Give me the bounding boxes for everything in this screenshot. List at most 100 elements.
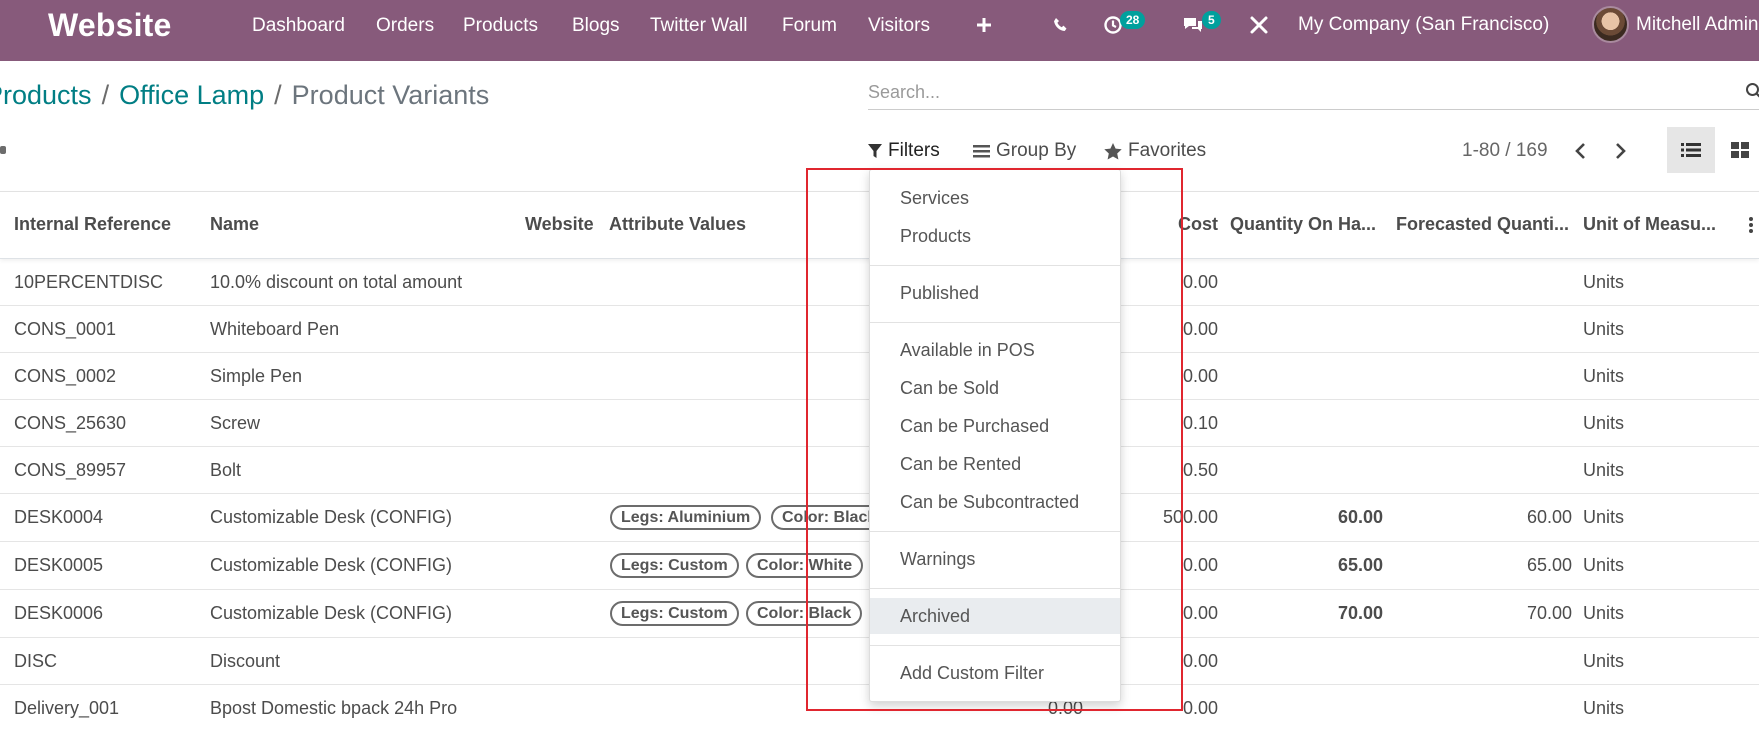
clock-icon[interactable]: 28 [1100, 11, 1146, 39]
menu-dashboard[interactable]: Dashboard [252, 15, 345, 37]
app-brand[interactable]: Website [48, 7, 172, 44]
cell-unit-of-measure: Units [1583, 555, 1625, 575]
cell-name: Bolt [210, 460, 242, 480]
breadcrumb-products[interactable]: Products [0, 80, 92, 110]
cell-unit-of-measure: Units [1583, 413, 1625, 433]
cell-unit-of-measure: Units [1583, 272, 1625, 292]
column-unit-of-measure[interactable]: Unit of Measu... [1583, 214, 1716, 235]
filter-services[interactable]: Services [870, 180, 1120, 216]
breadcrumb: Products / Office Lamp / Product Variants [0, 80, 489, 111]
chevron-right-icon[interactable] [1606, 137, 1636, 165]
favorites-label: Favorites [1128, 140, 1207, 161]
attribute-tag: Color: White [746, 553, 864, 578]
cell-unit-of-measure: Units [1583, 460, 1625, 480]
cell-name: Customizable Desk (CONFIG) [210, 507, 453, 527]
menu-orders[interactable]: Orders [376, 15, 434, 37]
tools-icon[interactable] [1248, 11, 1270, 39]
column-attribute-values[interactable]: Attribute Values [609, 214, 746, 235]
add-custom-filter[interactable]: Add Custom Filter [870, 655, 1120, 691]
cell-name: Customizable Desk (CONFIG) [210, 603, 453, 623]
cell-unit-of-measure: Units [1583, 507, 1625, 527]
filter-products[interactable]: Products [870, 218, 1120, 254]
column-name[interactable]: Name [210, 214, 259, 235]
dropdown-divider [870, 265, 1120, 266]
company-switcher[interactable]: My Company (San Francisco) [1298, 14, 1549, 36]
cell-internal-reference: DESK0005 [14, 555, 104, 575]
chat-icon[interactable]: 5 [1180, 11, 1221, 39]
menu-visitors[interactable]: Visitors [868, 15, 930, 37]
cell-quantity-on-hand: 60.00 [1337, 507, 1383, 527]
attribute-tag: Color: Black [746, 601, 863, 626]
menu-forum[interactable]: Forum [782, 15, 837, 37]
list-icon [973, 144, 990, 157]
filter-archived[interactable]: Archived [870, 598, 1120, 634]
dropdown-divider [870, 531, 1120, 532]
menu-blogs[interactable]: Blogs [572, 15, 620, 37]
kanban-view-icon[interactable] [1716, 127, 1759, 173]
user-avatar[interactable] [1592, 6, 1629, 43]
cell-internal-reference: DESK0006 [14, 603, 104, 623]
filter-published[interactable]: Published [870, 275, 1120, 311]
cell-quantity-on-hand: 70.00 [1337, 603, 1383, 623]
attribute-tag: Legs: Aluminium [610, 505, 762, 530]
cell-name: Bpost Domestic bpack 24h Pro [210, 698, 458, 718]
messages-badge: 5 [1202, 11, 1221, 29]
column-website[interactable]: Website [525, 214, 594, 235]
cell-name: Whiteboard Pen [210, 319, 340, 339]
filter-warnings[interactable]: Warnings [870, 541, 1120, 577]
cell-internal-reference: CONS_25630 [14, 413, 127, 433]
filters-toggle[interactable]: Filters [868, 140, 940, 162]
filter-icon [868, 143, 882, 158]
search-input[interactable]: Search... [868, 78, 1759, 110]
attribute-tag: Legs: Custom [610, 601, 739, 626]
column-options-icon[interactable] [1748, 216, 1754, 239]
cell-internal-reference: CONS_89957 [14, 460, 127, 480]
menu-twitter-wall[interactable]: Twitter Wall [650, 15, 747, 37]
cell-unit-of-measure: Units [1583, 603, 1625, 623]
breadcrumb-office-lamp[interactable]: Office Lamp [119, 80, 264, 110]
search-icon[interactable] [1745, 82, 1759, 105]
group-by-label: Group By [996, 140, 1077, 161]
filter-available-in-pos[interactable]: Available in POS [870, 332, 1120, 368]
column-forecasted-quantity[interactable]: Forecasted Quanti... [1396, 214, 1569, 235]
attribute-tag: Legs: Custom [610, 553, 739, 578]
plus-icon[interactable] [974, 11, 994, 39]
filter-can-be-sold[interactable]: Can be Sold [870, 370, 1120, 406]
cell-name: 10.0% discount on total amount [210, 272, 463, 292]
favorites-toggle[interactable]: Favorites [1104, 140, 1206, 162]
group-by-toggle[interactable]: Group By [973, 140, 1076, 162]
cell-internal-reference: Delivery_001 [14, 698, 120, 718]
filters-dropdown: Services Products Published Available in… [869, 169, 1121, 702]
column-quantity-on-hand[interactable]: Quantity On Ha... [1230, 214, 1376, 235]
chevron-left-icon[interactable] [1565, 137, 1595, 165]
breadcrumb-separator: / [274, 80, 282, 110]
cell-internal-reference: DESK0004 [14, 507, 104, 527]
cell-unit-of-measure: Units [1583, 366, 1625, 386]
dropdown-divider [870, 322, 1120, 323]
cell-quantity-on-hand: 65.00 [1337, 555, 1383, 575]
column-internal-reference[interactable]: Internal Reference [14, 214, 171, 235]
filter-can-be-purchased[interactable]: Can be Purchased [870, 408, 1120, 444]
list-view-icon[interactable] [1667, 127, 1715, 173]
filter-can-be-rented[interactable]: Can be Rented [870, 446, 1120, 482]
cell-name: Screw [210, 413, 261, 433]
dropdown-divider [870, 588, 1120, 589]
cell-name: Discount [210, 651, 281, 671]
cell-internal-reference: 10PERCENTDISC [14, 272, 164, 292]
pager-value[interactable]: 1-80 / 169 [1462, 140, 1548, 162]
cell-name: Customizable Desk (CONFIG) [210, 555, 453, 575]
action-icon[interactable] [0, 146, 6, 154]
menu-products[interactable]: Products [463, 15, 538, 37]
user-menu[interactable]: Mitchell Admin [1636, 14, 1759, 36]
cell-forecasted-quantity: 70.00 [1526, 603, 1572, 623]
cell-internal-reference: DISC [14, 651, 58, 671]
star-icon [1104, 142, 1122, 159]
cell-unit-of-measure: Units [1583, 698, 1625, 718]
phone-icon[interactable] [1050, 11, 1072, 39]
filters-label: Filters [888, 140, 940, 161]
filter-can-be-subcontracted[interactable]: Can be Subcontracted [870, 484, 1120, 520]
column-cost[interactable]: Cost [1178, 214, 1218, 235]
cell-internal-reference: CONS_0001 [14, 319, 117, 339]
cell-name: Simple Pen [210, 366, 303, 386]
breadcrumb-current: Product Variants [291, 80, 490, 110]
